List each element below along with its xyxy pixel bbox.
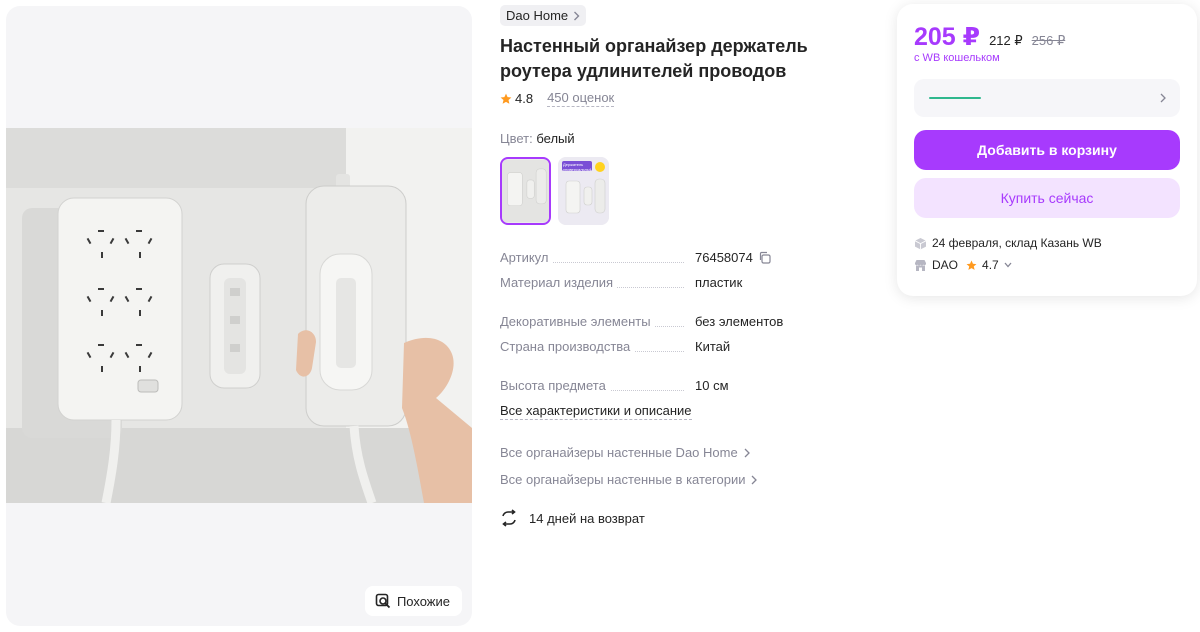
brand-category-label: Все органайзеры настенные Dao Home [500, 445, 738, 460]
all-specs-link[interactable]: Все характеристики и описание [500, 403, 692, 420]
spec-value: пластик [695, 275, 743, 290]
spec-key: Декоративные элементы [500, 314, 655, 329]
price-wallet: 205 ₽ [914, 23, 981, 51]
spec-value: Китай [695, 339, 731, 354]
product-title: Настенный органайзер держатель роутера у… [500, 36, 808, 81]
star-icon [966, 260, 977, 270]
seller-info[interactable]: DAO 4.7 [914, 258, 1012, 272]
spec-value: без элементов [695, 314, 784, 329]
product-photo[interactable] [6, 128, 472, 503]
chevron-right-icon [752, 475, 758, 484]
spec-row-material: Материал изделия пластик [500, 275, 880, 293]
color-label-key: Цвет: [500, 131, 533, 146]
spec-value: 76458074 [695, 250, 771, 265]
price-regular: 212 ₽ [989, 33, 1023, 48]
spec-key: Высота предмета [500, 378, 610, 393]
return-policy: 14 дней на возврат [500, 509, 645, 527]
product-gallery: Похожие [6, 6, 472, 626]
color-option-white[interactable] [500, 157, 551, 225]
spec-dots [604, 390, 684, 391]
buy-now-button[interactable]: Купить сейчас [914, 178, 1180, 218]
spec-value: 10 см [695, 378, 729, 393]
return-policy-label: 14 дней на возврат [529, 510, 645, 526]
chevron-right-icon [1160, 93, 1166, 103]
delivery-label: 24 февраля, склад Казань WB [932, 236, 1102, 250]
spec-dots [550, 262, 684, 263]
delivery-info: 24 февраля, склад Казань WB [914, 236, 1102, 250]
price-row: 205 ₽ 212 ₽ 256 ₽ [914, 22, 1065, 52]
spec-row-decor: Декоративные элементы без элементов [500, 314, 880, 332]
seller-name: DAO [932, 258, 959, 272]
thumb-text: Держатель универсальный [563, 162, 591, 171]
chevron-right-icon [744, 448, 750, 457]
buy-card: 205 ₽ 212 ₽ 256 ₽ с WB кошельком Добавит… [897, 4, 1197, 296]
color-label: Цвет: белый [500, 131, 575, 146]
option-selector[interactable] [914, 79, 1180, 117]
rating-row: 4.8 450 оценок [500, 90, 615, 107]
brand-link[interactable]: Dao Home [500, 5, 587, 26]
article-number: 76458074 [695, 250, 753, 265]
box-icon [914, 237, 927, 249]
reviews-link[interactable]: 450 оценок [547, 90, 615, 107]
search-similar-icon [375, 593, 391, 609]
spec-dots [628, 351, 684, 352]
seller-rating: 4.7 [982, 258, 999, 272]
selector-indicator [929, 97, 981, 99]
color-value: белый [536, 131, 575, 146]
chevron-down-icon [1004, 262, 1012, 268]
spec-row-country: Страна производства Китай [500, 339, 880, 357]
brand-category-link[interactable]: Все органайзеры настенные Dao Home [500, 445, 750, 460]
color-option-2[interactable]: Держатель универсальный [558, 157, 609, 225]
thumb-image [502, 159, 549, 223]
price-old: 256 ₽ [1031, 33, 1066, 48]
shop-icon [915, 259, 926, 271]
similar-label: Похожие [396, 593, 450, 609]
add-to-cart-button[interactable]: Добавить в корзину [914, 130, 1180, 170]
spec-dots [610, 287, 684, 288]
similar-button[interactable]: Похожие [364, 586, 462, 616]
wallet-note[interactable]: с WB кошельком [914, 52, 1000, 64]
category-link[interactable]: Все органайзеры настенные в категории [500, 472, 758, 487]
copy-icon[interactable] [758, 251, 771, 264]
brand-name: Dao Home [506, 8, 569, 23]
return-arrows-icon [502, 509, 516, 527]
star-icon [500, 93, 512, 104]
spec-row-article: Артикул 76458074 [500, 250, 880, 268]
rating-value: 4.8 [515, 91, 534, 106]
spec-key: Материал изделия [500, 275, 618, 290]
spec-key: Страна производства [500, 339, 635, 354]
spec-key: Артикул [500, 250, 553, 265]
chevron-right-icon [574, 11, 580, 20]
spec-row-height: Высота предмета 10 см [500, 378, 880, 396]
category-label: Все органайзеры настенные в категории [500, 472, 746, 487]
